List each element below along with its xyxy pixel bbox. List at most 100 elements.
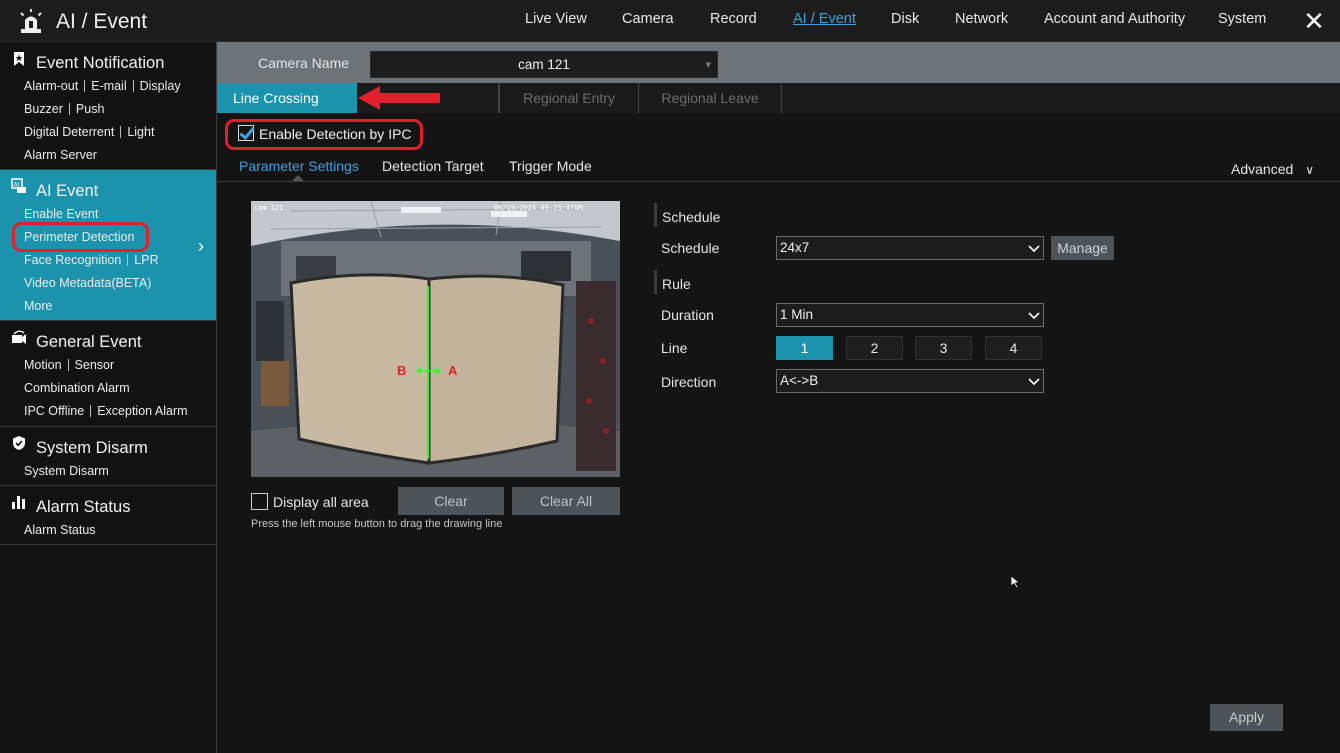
camera-preview[interactable]: cam 121 06/19/2024 09:23:47AM B A — [251, 201, 620, 477]
subtab-trigger-mode[interactable]: Trigger Mode — [509, 158, 592, 174]
camera-name-value: cam 121 — [518, 57, 570, 72]
ai-event-icon: AI — [11, 178, 26, 193]
direction-select[interactable]: A<->B — [776, 369, 1044, 393]
direction-value: A<->B — [780, 373, 819, 388]
general-event-icon — [12, 330, 26, 344]
enable-ipc-label: Enable Detection by IPC — [259, 126, 412, 142]
sidebar-item-digital-deterrent[interactable]: Digital Deterrent — [24, 125, 114, 139]
sidebar-item-video-metadata[interactable]: Video Metadata(BETA) — [24, 276, 151, 290]
app-title: AI / Event — [56, 10, 148, 33]
sidebar-title-ai-event[interactable]: AI Event — [36, 182, 98, 201]
camera-scene — [251, 201, 620, 477]
line-button-4[interactable]: 4 — [985, 336, 1042, 360]
drawing-hint: Press the left mouse button to drag the … — [251, 518, 503, 530]
schedule-value: 24x7 — [780, 240, 810, 255]
alarm-light-icon — [20, 9, 42, 33]
top-bar: AI / Event Live View Camera Record AI / … — [0, 0, 1340, 42]
advanced-toggle[interactable]: Advanced ∨ — [1231, 161, 1314, 177]
sidebar-item-lpr[interactable]: LPR — [134, 253, 158, 267]
schedule-label: Schedule — [661, 240, 720, 256]
duration-label: Duration — [661, 307, 714, 323]
nav-live-view[interactable]: Live View — [525, 11, 587, 27]
tab-line-crossing[interactable]: Line Crossing — [217, 83, 357, 113]
line-label: Line — [661, 340, 688, 356]
sidebar-title-system-disarm[interactable]: System Disarm — [36, 439, 148, 458]
line-button-3[interactable]: 3 — [915, 336, 972, 360]
subtab-divider — [217, 181, 1340, 182]
sidebar-item-perimeter-detection[interactable]: Perimeter Detection — [24, 230, 134, 244]
duration-select[interactable]: 1 Min — [776, 303, 1044, 327]
sidebar-section-ai-event: AI AI Event Enable Event Perimeter Detec… — [0, 170, 216, 321]
tab-regional-leave[interactable]: Regional Leave — [639, 83, 782, 113]
sidebar-item-motion[interactable]: Motion — [24, 358, 62, 372]
enable-ipc-checkbox[interactable] — [238, 125, 254, 141]
cursor-icon — [1010, 575, 1021, 589]
chevron-down-icon — [1028, 378, 1040, 386]
nav-network[interactable]: Network — [955, 11, 1008, 27]
sidebar-item-exception-alarm[interactable]: Exception Alarm — [97, 404, 187, 418]
sidebar-item-face-recognition[interactable]: Face Recognition — [24, 253, 121, 267]
chevron-right-icon: › — [198, 236, 204, 256]
line-button-2[interactable]: 2 — [846, 336, 903, 360]
sidebar-title-general-event[interactable]: General Event — [36, 333, 141, 352]
direction-label: Direction — [661, 374, 717, 390]
camera-name-select[interactable]: cam 121 ▾ — [370, 51, 718, 78]
nav-system[interactable]: System — [1218, 11, 1266, 27]
shield-icon — [13, 436, 25, 450]
nav-ai-event[interactable]: AI / Event — [793, 11, 856, 27]
nav-camera[interactable]: Camera — [622, 11, 674, 27]
preview-cam-name: cam 121 — [254, 204, 284, 212]
sidebar-title-alarm-status[interactable]: Alarm Status — [36, 498, 130, 517]
camera-name-label: Camera Name — [258, 55, 350, 71]
apply-button[interactable]: Apply — [1210, 704, 1283, 731]
nav-record[interactable]: Record — [710, 11, 757, 27]
chevron-down-icon: ∨ — [1305, 163, 1315, 177]
sidebar-item-light[interactable]: Light — [127, 125, 154, 139]
sidebar: Event Notification Alarm-out E-mail Displa… — [0, 42, 217, 753]
line-label-a: A — [448, 363, 458, 378]
nav-disk[interactable]: Disk — [891, 11, 919, 27]
subtab-detection-target[interactable]: Detection Target — [382, 158, 484, 174]
sidebar-item-combination-alarm[interactable]: Combination Alarm — [24, 381, 130, 395]
sidebar-item-ipc-offline[interactable]: IPC Offline — [24, 404, 84, 418]
bar-chart-icon — [12, 496, 25, 509]
sidebar-title-event-notification[interactable]: Event Notification — [36, 54, 164, 73]
sidebar-item-alarm-server[interactable]: Alarm Server — [24, 148, 97, 162]
sidebar-item-enable-event[interactable]: Enable Event — [24, 207, 98, 221]
duration-value: 1 Min — [780, 307, 814, 322]
sidebar-item-alarm-status[interactable]: Alarm Status — [24, 523, 96, 537]
nav-account-and-authority[interactable]: Account and Authority — [1044, 11, 1185, 27]
sidebar-item-alarm-out[interactable]: Alarm-out — [24, 79, 78, 93]
group-title-rule: Rule — [662, 276, 691, 292]
clear-all-button[interactable]: Clear All — [512, 487, 620, 515]
subtab-parameter-settings[interactable]: Parameter Settings — [239, 158, 359, 174]
sidebar-section-event-notification: Event Notification Alarm-out E-mail Displa… — [0, 42, 216, 170]
line-button-1[interactable]: 1 — [776, 336, 833, 360]
sidebar-item-push[interactable]: Push — [76, 102, 105, 116]
chevron-down-icon — [1028, 245, 1040, 253]
chevron-down-icon: ▾ — [705, 59, 711, 71]
tab-regional-entry[interactable]: Regional Entry — [499, 83, 639, 113]
bookmark-icon — [14, 52, 24, 66]
display-all-area-checkbox[interactable] — [251, 493, 268, 510]
preview-timestamp: 06/19/2024 09:23:47AM — [494, 204, 583, 212]
manage-button[interactable]: Manage — [1051, 236, 1114, 260]
sidebar-item-display[interactable]: Display — [140, 79, 181, 93]
main-content: Camera Name cam 121 ▾ Line Crossing Regi… — [217, 42, 1340, 753]
line-label-b: B — [397, 363, 407, 378]
sidebar-item-sensor[interactable]: Sensor — [75, 358, 115, 372]
sidebar-item-buzzer[interactable]: Buzzer — [24, 102, 63, 116]
sidebar-item-system-disarm[interactable]: System Disarm — [24, 464, 109, 478]
sidebar-section-system-disarm: System Disarm System Disarm — [0, 427, 216, 486]
chevron-down-icon — [1028, 312, 1040, 320]
camera-row: Camera Name cam 121 ▾ — [217, 42, 1340, 83]
schedule-select[interactable]: 24x7 — [776, 236, 1044, 260]
sidebar-item-more[interactable]: More — [24, 299, 52, 313]
group-title-schedule: Schedule — [662, 209, 721, 225]
advanced-label: Advanced — [1231, 161, 1294, 177]
sidebar-item-email[interactable]: E-mail — [91, 79, 126, 93]
sidebar-section-general-event: General Event Motion Sensor Combination A… — [0, 321, 216, 427]
close-icon[interactable]: ✕ — [1301, 8, 1327, 34]
red-arrow-annotation — [358, 86, 440, 110]
clear-button[interactable]: Clear — [398, 487, 504, 515]
